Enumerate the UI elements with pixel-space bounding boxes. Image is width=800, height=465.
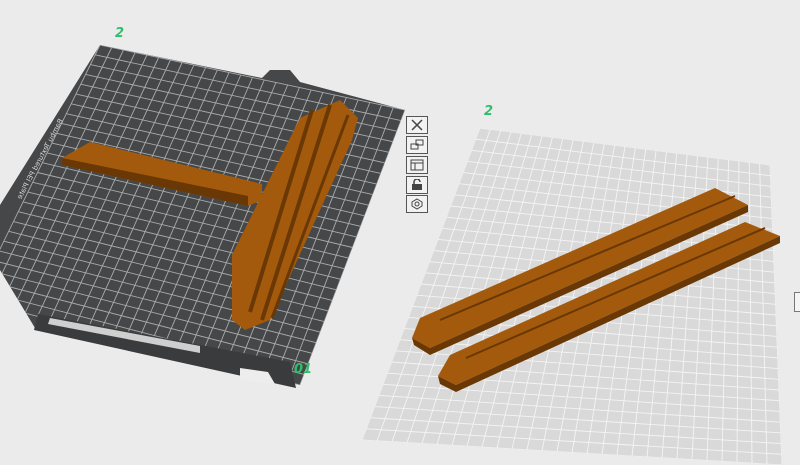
remove-plate-button[interactable] <box>406 116 428 134</box>
3d-viewport[interactable]: Bambu Textured PEI Plate <box>0 0 800 465</box>
gear-icon <box>411 198 423 210</box>
plate-1-index-label[interactable]: 01 <box>294 362 312 377</box>
lock-icon <box>412 179 422 190</box>
lock-plate-button[interactable] <box>406 176 428 194</box>
arrange-icon <box>410 139 424 150</box>
plate-settings-button[interactable] <box>406 195 428 213</box>
plate-2-top-label: 2 <box>484 104 494 119</box>
plate-1[interactable]: Bambu Textured PEI Plate <box>0 45 405 388</box>
side-panel-handle[interactable] <box>794 292 800 312</box>
close-icon <box>411 119 423 131</box>
plate-settings-icon <box>410 159 424 171</box>
arrange-plate-button[interactable] <box>406 136 428 154</box>
plate-layout-button[interactable] <box>406 156 428 174</box>
plate-1-top-label: 2 <box>115 26 125 41</box>
